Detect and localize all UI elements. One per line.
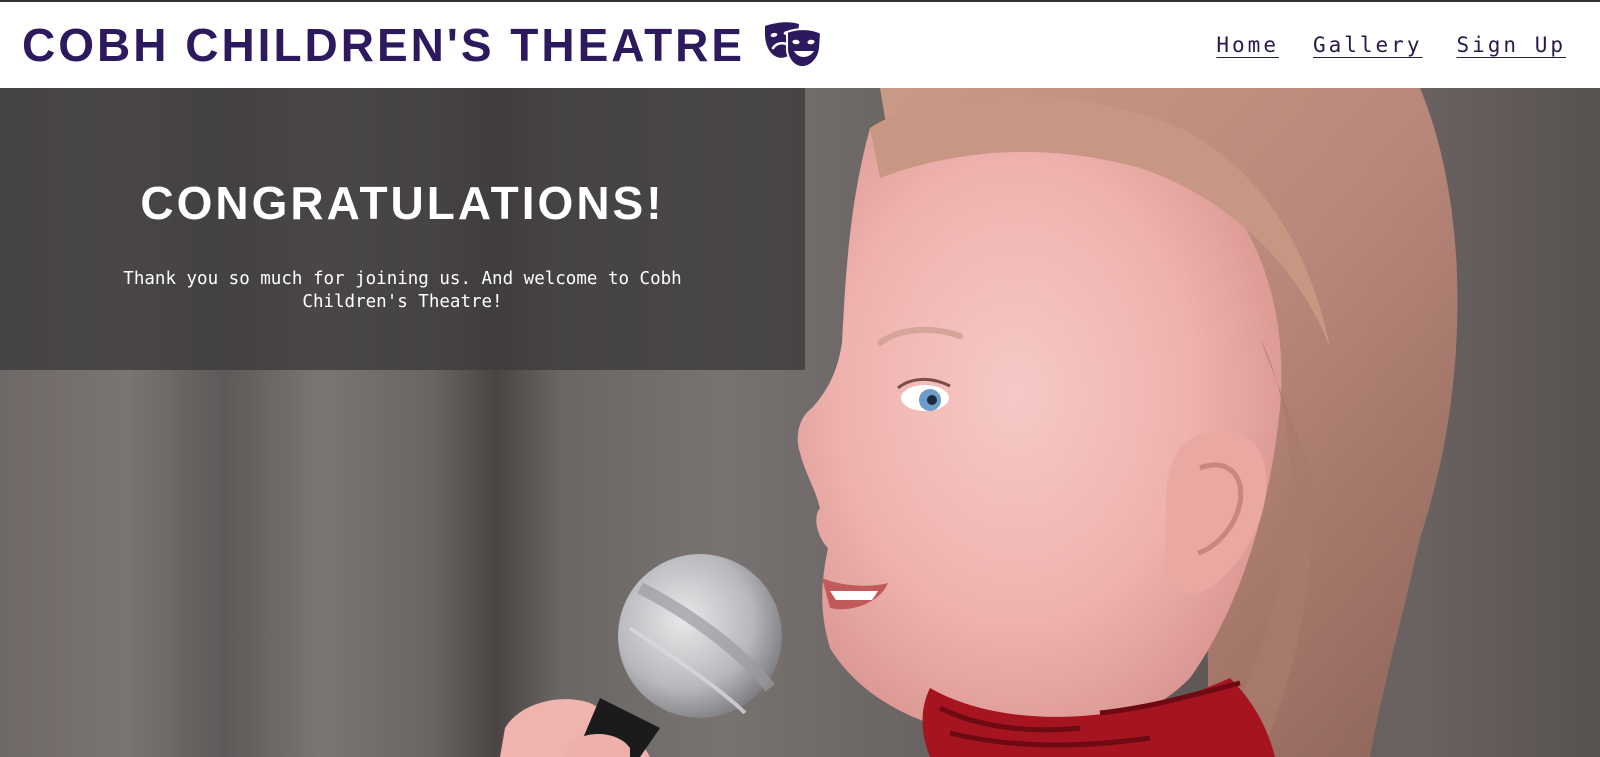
hero-section: CONGRATULATIONS! Thank you so much for j…: [0, 88, 1600, 757]
welcome-panel: CONGRATULATIONS! Thank you so much for j…: [0, 88, 805, 370]
theatre-masks-icon: [765, 22, 823, 69]
nav-sign-up-link[interactable]: Sign Up: [1456, 33, 1566, 57]
site-title: COBH CHILDREN'S THEATRE: [22, 19, 746, 71]
nav-gallery-link[interactable]: Gallery: [1313, 33, 1423, 57]
brand[interactable]: COBH CHILDREN'S THEATRE: [22, 20, 823, 70]
hero-message: Thank you so much for joining us. And we…: [123, 269, 682, 312]
hero-heading: CONGRATULATIONS!: [140, 177, 665, 229]
site-header: COBH CHILDREN'S THEATRE Home Gallery Sig…: [0, 2, 1600, 88]
main-nav: Home Gallery Sign Up: [1182, 33, 1566, 57]
page: COBH CHILDREN'S THEATRE Home Gallery Sig…: [0, 0, 1600, 757]
nav-home-link[interactable]: Home: [1216, 33, 1279, 57]
